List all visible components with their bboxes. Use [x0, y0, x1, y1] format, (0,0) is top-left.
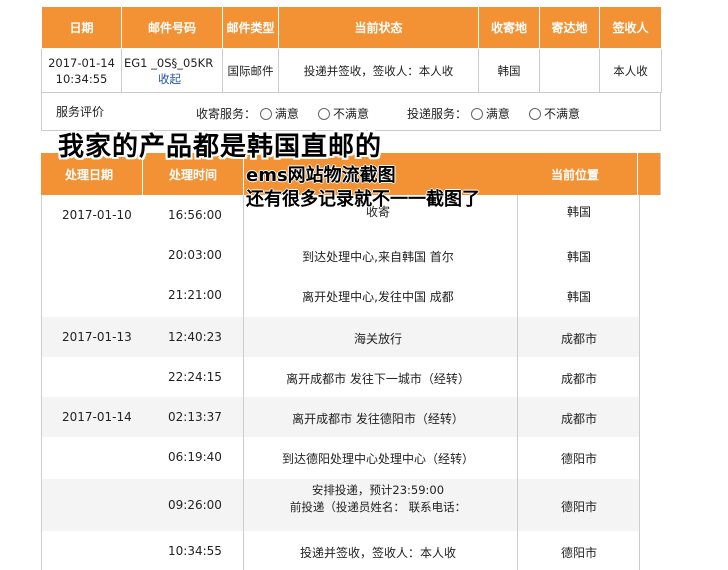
column-divider: [639, 195, 640, 570]
deliver-satisfied-label: 满意: [485, 107, 510, 121]
summary-destination: [539, 48, 600, 93]
collect-satisfied-label: 满意: [274, 107, 299, 121]
row-location: 德阳市: [560, 546, 597, 560]
header-process-time: 处理时间: [169, 168, 218, 182]
summary-row: 2017-01-14 10:34:55 EG1 _0S§_05KR 收起 国际邮…: [41, 48, 662, 93]
header-mail-no: 邮件号码: [121, 6, 223, 49]
header-origin: 收寄地: [478, 6, 540, 49]
row-location: 韩国: [566, 205, 591, 219]
service-review-label: 服务评价: [56, 105, 105, 119]
row-location: 成都市: [560, 332, 597, 346]
column-divider: [243, 195, 244, 570]
row-desc: 安排投递，预计23:59:00 前投递（投递员姓名： 联系电话：: [244, 482, 512, 516]
column-divider: [517, 195, 518, 570]
deliver-unsatisfied-radio[interactable]: [528, 108, 541, 120]
row-date: 2017-01-14: [62, 410, 132, 424]
summary-header-row: 日期 邮件号码 邮件类型 当前状态 收寄地 寄达地 签收人: [41, 6, 662, 49]
row-location: 韩国: [566, 250, 591, 264]
tracking-row: 10:34:55 投递并签收，签收人：本人收 德阳市: [42, 531, 640, 570]
overlay-caption-sub1: ems网站物流截图: [246, 165, 396, 186]
collapse-link[interactable]: 收起: [158, 72, 181, 86]
row-time: 12:40:23: [168, 330, 222, 344]
summary-mail-no: EG1 _0S§_05KR: [124, 55, 214, 70]
summary-origin: 韩国: [478, 48, 540, 93]
table-right-edge: [660, 153, 661, 195]
header-date: 日期: [41, 6, 122, 49]
row-date: 2017-01-13: [62, 330, 132, 344]
deliver-service-group: 投递服务： 满意 不满意: [407, 105, 580, 122]
collect-unsatisfied-radio[interactable]: [317, 108, 330, 120]
row-desc: 到达德阳处理中心处理中心（经转）: [281, 452, 474, 466]
summary-signer: 本人收: [599, 48, 662, 93]
row-time: 10:34:55: [168, 544, 222, 558]
row-time: 21:21:00: [168, 288, 222, 302]
row-time: 16:56:00: [168, 208, 222, 222]
summary-mail-no-cell: EG1 _0S§_05KR 收起: [121, 48, 223, 93]
row-location: 成都市: [560, 412, 597, 426]
overlay-caption-main: 我家的产品都是韩国直邮的: [58, 132, 383, 162]
row-desc-line1: 安排投递，预计23:59:00: [311, 483, 445, 497]
mail-summary-table: 日期 邮件号码 邮件类型 当前状态 收寄地 寄达地 签收人 2017-01-14…: [41, 6, 662, 93]
collect-satisfied-radio[interactable]: [259, 108, 272, 120]
row-desc-line2: 前投递（投递员姓名： 联系电话：: [289, 500, 467, 514]
overlay-caption-sub2: 还有很多记录就不一一截图了: [246, 189, 480, 210]
deliver-service-label: 投递服务：: [407, 107, 468, 121]
row-desc: 离开成都市 发往下一城市（经转）: [286, 372, 470, 386]
row-location: 德阳市: [560, 500, 597, 514]
deliver-satisfied-radio[interactable]: [470, 108, 483, 120]
collect-service-group: 收寄服务： 满意 不满意: [196, 105, 369, 122]
header-current-location: 当前位置: [551, 168, 600, 182]
deliver-unsatisfied-label: 不满意: [543, 107, 580, 121]
row-location: 韩国: [566, 290, 591, 304]
row-time: 06:19:40: [168, 450, 222, 464]
header-destination: 寄达地: [539, 6, 600, 49]
row-location: 德阳市: [560, 452, 597, 466]
header-signer: 签收人: [599, 6, 662, 49]
tracking-row: 2017-01-13 12:40:23 海关放行 成都市: [42, 317, 640, 357]
row-desc: 海关放行: [353, 332, 402, 346]
header-divider: [637, 153, 638, 195]
tracking-row: 09:26:00 安排投递，预计23:59:00 前投递（投递员姓名： 联系电话…: [42, 479, 640, 531]
tracking-row: 2017-01-14 02:13:37 离开成都市 发往德阳市（经转） 成都市: [42, 397, 640, 437]
collect-unsatisfied-label: 不满意: [332, 107, 369, 121]
tracking-table-body: 2017-01-10 16:56:00 收寄 韩国 20:03:00 到达处理中…: [41, 195, 640, 570]
row-desc: 离开处理中心,发往中国 成都: [302, 290, 454, 304]
tracking-row: 22:24:15 离开成都市 发往下一城市（经转） 成都市: [42, 357, 640, 397]
summary-date: 2017-01-14 10:34:55: [41, 48, 122, 93]
summary-mail-type: 国际邮件: [222, 48, 279, 93]
row-desc: 投递并签收，签收人：本人收: [299, 546, 456, 560]
row-time: 02:13:37: [168, 410, 222, 424]
header-mail-type: 邮件类型: [222, 6, 279, 49]
row-desc: 到达处理中心,来自韩国 首尔: [302, 250, 454, 264]
tracking-row: 20:03:00 到达处理中心,来自韩国 首尔 韩国: [42, 235, 640, 275]
row-desc: 离开成都市 发往德阳市（经转）: [292, 412, 464, 426]
row-time: 20:03:00: [168, 248, 222, 262]
tracking-row: 06:19:40 到达德阳处理中心处理中心（经转） 德阳市: [42, 437, 640, 477]
row-time: 09:26:00: [168, 498, 222, 512]
header-process-date: 处理日期: [65, 168, 114, 182]
row-time: 22:24:15: [168, 370, 222, 384]
row-date: 2017-01-10: [62, 208, 132, 222]
tracking-row: 21:21:00 离开处理中心,发往中国 成都 韩国: [42, 275, 640, 315]
row-location: 成都市: [560, 372, 597, 386]
header-status: 当前状态: [278, 6, 479, 49]
summary-status: 投递并签收，签收人：本人收: [278, 48, 479, 93]
collect-service-label: 收寄服务：: [196, 107, 257, 121]
